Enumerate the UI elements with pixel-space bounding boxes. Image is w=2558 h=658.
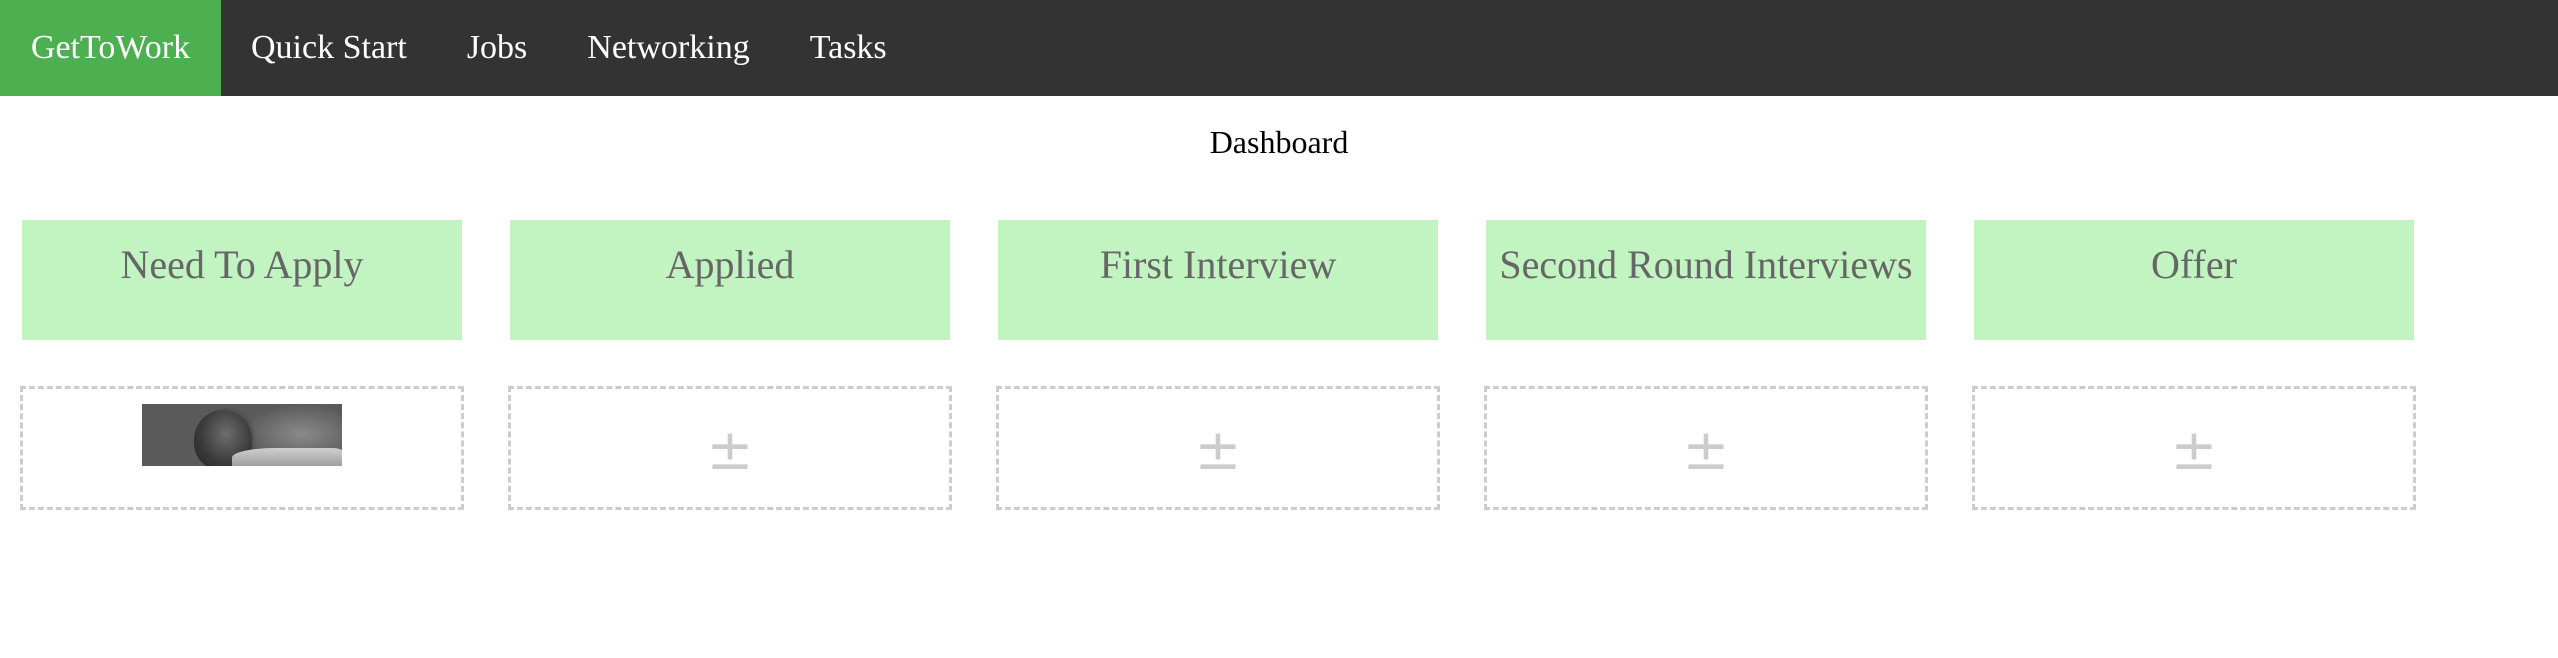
add-job-icon[interactable]: ±	[2171, 423, 2218, 479]
top-navbar: GetToWork Quick Start Jobs Networking Ta…	[0, 0, 2558, 96]
column-header-offer: Offer	[1974, 220, 2414, 340]
portrait-arm-shape	[232, 448, 342, 466]
column-header-second-round-interviews: Second Round Interviews	[1486, 220, 1926, 340]
drop-zone-first-interview[interactable]: ±	[996, 386, 1440, 510]
page-title: Dashboard	[1209, 124, 1349, 160]
column-header-need-to-apply: Need To Apply	[22, 220, 462, 340]
drop-zone-offer[interactable]: ±	[1972, 386, 2416, 510]
column-header-applied: Applied	[510, 220, 950, 340]
nav-item-networking[interactable]: Networking	[557, 0, 779, 96]
drop-zone-applied[interactable]: ±	[508, 386, 952, 510]
column-header-first-interview: First Interview	[998, 220, 1438, 340]
drop-zone-second-round-interviews[interactable]: ±	[1484, 386, 1928, 510]
drop-zone-need-to-apply[interactable]	[20, 386, 464, 510]
add-job-icon[interactable]: ±	[1683, 423, 1730, 479]
job-card-thumbnail[interactable]	[142, 404, 342, 466]
add-job-icon[interactable]: ±	[707, 423, 754, 479]
brand-link[interactable]: GetToWork	[0, 0, 221, 96]
add-job-icon[interactable]: ±	[1195, 423, 1242, 479]
nav-item-quick-start[interactable]: Quick Start	[221, 0, 437, 96]
nav-item-jobs[interactable]: Jobs	[437, 0, 557, 96]
nav-item-tasks[interactable]: Tasks	[780, 0, 917, 96]
